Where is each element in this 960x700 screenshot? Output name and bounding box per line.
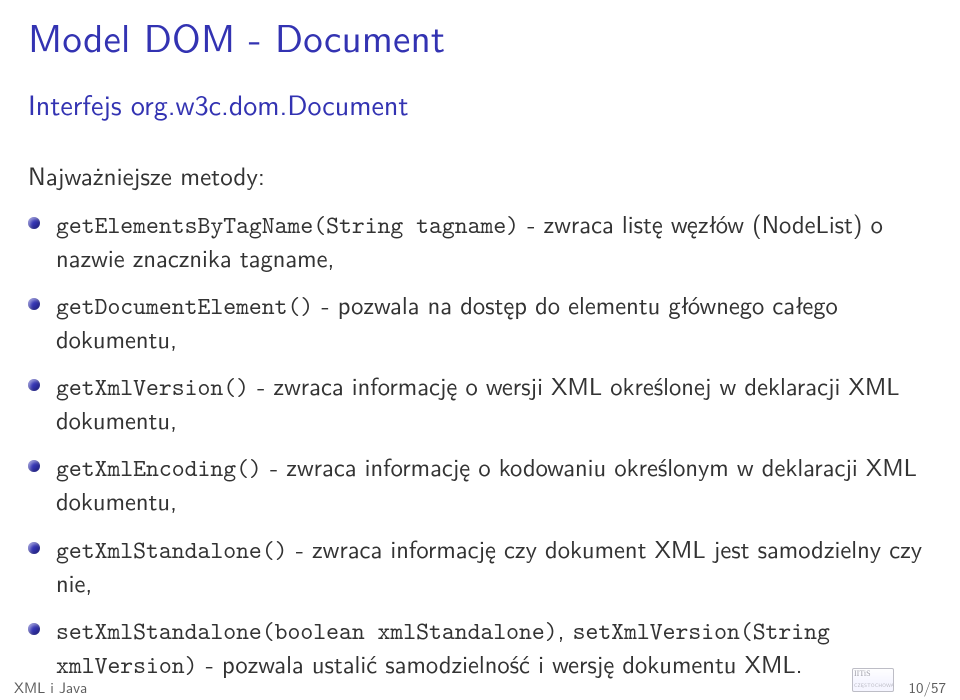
list-item-text: getXmlVersion() - zwraca informację o we… (56, 369, 932, 436)
bullet-icon (28, 217, 40, 229)
list-item-text: getDocumentElement() - pozwala na dostęp… (56, 288, 932, 355)
method-signature: getXmlVersion() (56, 370, 249, 403)
list-item: getElementsByTagName(String tagname) - z… (28, 207, 932, 274)
list-item-text: setXmlStandalone(boolean xmlStandalone),… (56, 613, 932, 681)
bullet-icon (28, 542, 40, 554)
list-item-text: getXmlEncoding() - zwraca informację o k… (56, 450, 932, 517)
method-signature: getDocumentElement() (56, 289, 313, 322)
method-signature: setXmlStandalone(boolean xmlStandalone) (56, 614, 558, 647)
footer-page-number: 10/57 (908, 676, 946, 698)
list-item: getXmlStandalone() - zwraca informację c… (28, 532, 932, 599)
slide: Model DOM - Document Interfejs org.w3c.d… (0, 0, 960, 700)
method-description: , (558, 611, 573, 647)
list-item-text: getXmlStandalone() - zwraca informację c… (56, 532, 932, 599)
bullet-icon (28, 298, 40, 310)
bullet-icon (28, 460, 40, 472)
list-item-text: getElementsByTagName(String tagname) - z… (56, 207, 932, 274)
footer-left: XML i Java (14, 676, 87, 698)
list-item: getXmlEncoding() - zwraca informację o k… (28, 450, 932, 517)
bullet-icon (28, 623, 40, 635)
method-signature: getXmlStandalone() (56, 533, 288, 566)
page-title: Model DOM - Document (0, 0, 960, 65)
list-item: getDocumentElement() - pozwala na dostęp… (28, 288, 932, 355)
bullet-icon (28, 379, 40, 391)
subtitle: Interfejs org.w3c.dom.Document (0, 65, 960, 124)
list-item: setXmlStandalone(boolean xmlStandalone),… (28, 613, 932, 681)
list-item: getXmlVersion() - zwraca informację o we… (28, 369, 932, 436)
method-signature: getXmlEncoding() (56, 451, 262, 484)
method-signature: getElementsByTagName(String tagname) (56, 208, 519, 241)
block-title: Najważniejsze metody: (0, 124, 960, 207)
footer: XML i Java 10/57 (0, 676, 960, 700)
method-list: getElementsByTagName(String tagname) - z… (0, 207, 960, 681)
